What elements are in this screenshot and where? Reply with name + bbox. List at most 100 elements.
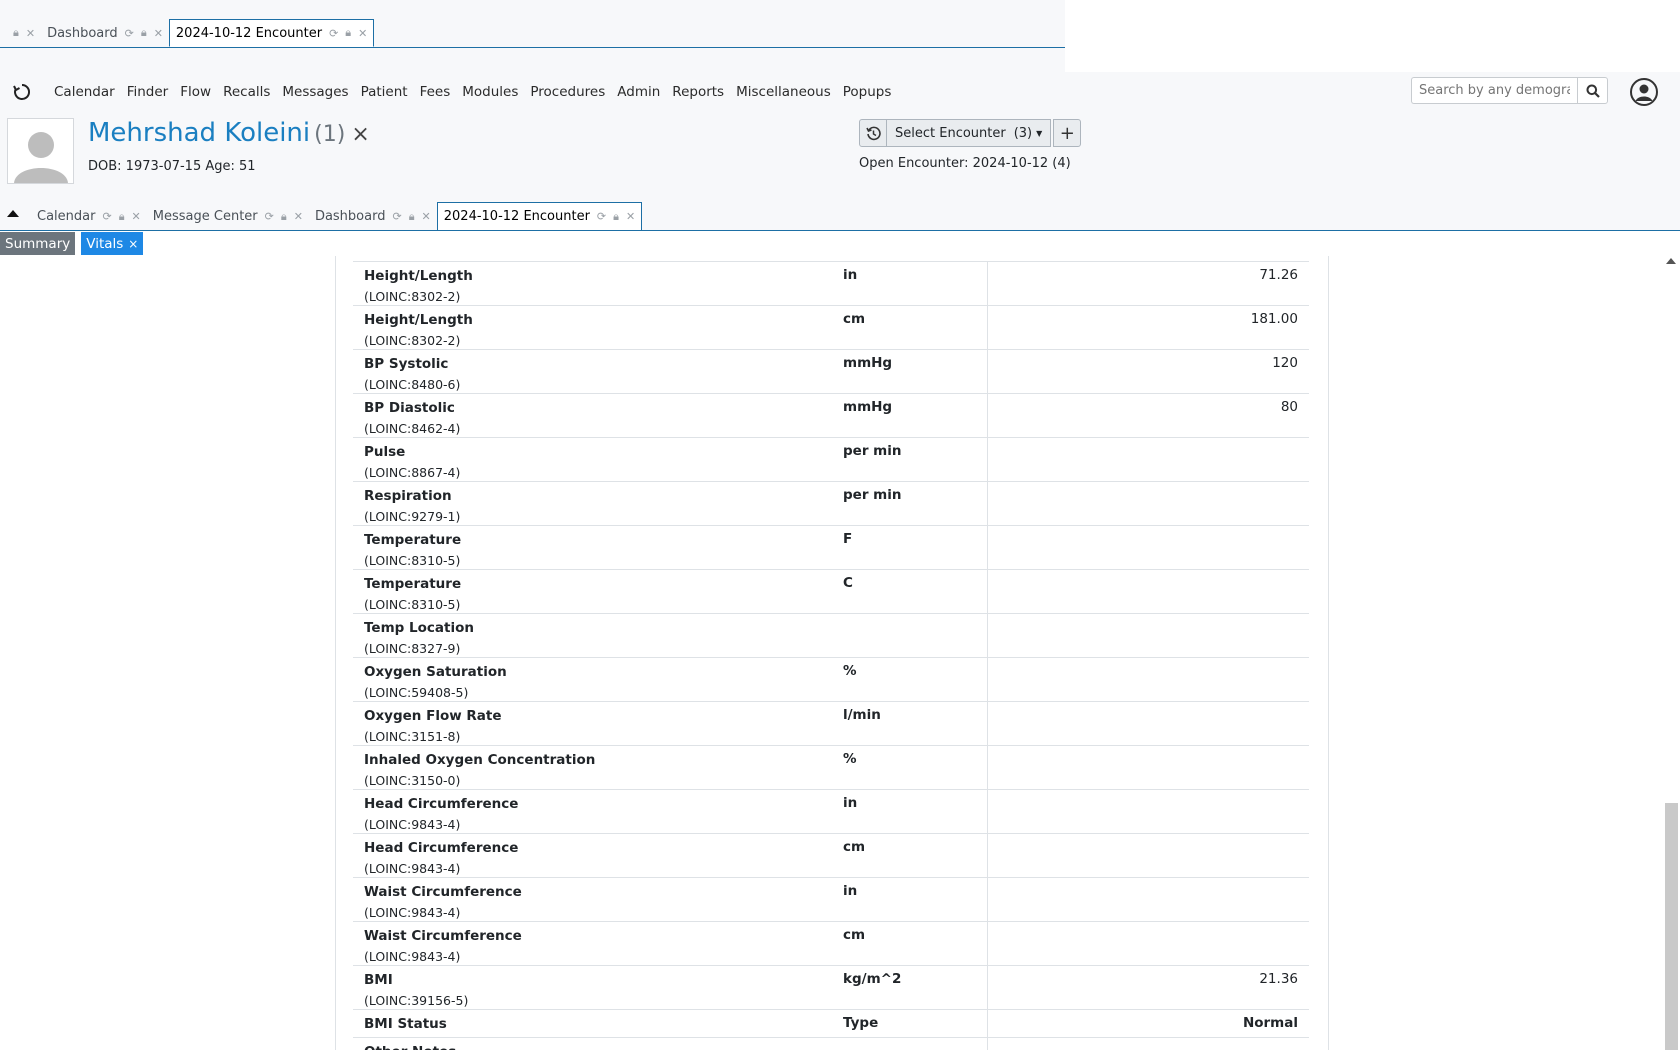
close-icon[interactable]: ✕ — [626, 210, 635, 223]
collapse-header-icon[interactable] — [7, 210, 19, 217]
menu-miscellaneous[interactable]: Miscellaneous — [730, 84, 837, 100]
refresh-icon[interactable]: ⟳ — [597, 210, 606, 223]
vitals-content: Height/Length (LOINC:8302-2) in 71.26 Height… — [0, 256, 1680, 1050]
menu-recalls[interactable]: Recalls — [217, 84, 276, 100]
vital-loinc-code: (LOINC:9843-4) — [364, 948, 461, 964]
close-icon[interactable]: × — [128, 237, 138, 251]
vital-value — [986, 525, 1309, 570]
menu-flow[interactable]: Flow — [174, 84, 217, 100]
table-row: BMI (LOINC:39156-5) kg/m^2 21.36 — [353, 965, 1309, 1010]
menu-messages[interactable]: Messages — [276, 84, 354, 100]
refresh-icon[interactable]: ⟳ — [102, 210, 111, 223]
lock-icon[interactable]: 🔒︎ — [281, 210, 287, 224]
close-icon[interactable]: ✕ — [422, 210, 431, 223]
lock-icon[interactable]: 🔒︎ — [345, 26, 351, 40]
patient-name[interactable]: Mehrshad Koleini — [88, 118, 310, 148]
vital-unit: cm — [832, 305, 987, 350]
search-button[interactable] — [1577, 77, 1608, 104]
other-notes-label: Other Notes — [364, 1043, 822, 1050]
vital-value: 181.00 — [986, 305, 1309, 350]
vital-value — [986, 481, 1309, 526]
subtab-vitals[interactable]: Vitals × — [81, 232, 144, 255]
table-row: BMI Status Type Normal — [353, 1009, 1309, 1038]
vital-loinc-code: (LOINC:9279-1) — [364, 508, 461, 524]
subtab-summary[interactable]: Summary — [0, 232, 76, 255]
add-encounter-button[interactable]: + — [1053, 119, 1082, 147]
table-row: Waist Circumference (LOINC:9843-4) cm — [353, 921, 1309, 966]
scrollbar-thumb[interactable] — [1665, 803, 1678, 1050]
vital-name-cell: Height/Length (LOINC:8302-2) — [353, 305, 832, 350]
menu-modules[interactable]: Modules — [456, 84, 524, 100]
vital-name-cell: BMI Status — [353, 1009, 832, 1038]
vital-value: Normal — [986, 1009, 1309, 1038]
close-patient-button[interactable]: × — [351, 122, 369, 147]
tab-dashboard[interactable]: Dashboard ⟳ 🔒︎ ✕ — [41, 19, 169, 47]
tab-label: Message Center — [152, 209, 258, 224]
encounter-history-button[interactable] — [859, 119, 887, 147]
vital-name: Respiration — [364, 487, 452, 504]
search-input[interactable] — [1411, 77, 1577, 104]
upper-tab-stub[interactable]: 🔒︎ ✕ — [0, 19, 41, 47]
vital-name: BP Diastolic — [364, 399, 455, 416]
menu-admin[interactable]: Admin — [611, 84, 666, 100]
table-row: Temperature (LOINC:8310-5) C — [353, 569, 1309, 614]
lock-icon[interactable]: 🔒︎ — [141, 26, 147, 40]
vital-name: Height/Length — [364, 311, 473, 328]
openemr-logo-icon[interactable] — [12, 82, 32, 102]
menu-calendar[interactable]: Calendar — [48, 84, 121, 100]
user-account-icon[interactable] — [1629, 77, 1659, 107]
tab-calendar[interactable]: Calendar ⟳ 🔒︎ ✕ — [31, 202, 147, 231]
vital-unit: Type — [832, 1009, 987, 1038]
tab-dashboard[interactable]: Dashboard ⟳ 🔒︎ ✕ — [309, 202, 437, 231]
tab-encounter[interactable]: 2024-10-12 Encounter ⟳ 🔒︎ ✕ — [168, 19, 375, 47]
person-silhouette-icon — [13, 132, 68, 183]
menu-finder[interactable]: Finder — [121, 84, 175, 100]
vital-value — [986, 833, 1309, 878]
table-row: BP Diastolic (LOINC:8462-4) mmHg 80 — [353, 393, 1309, 438]
patient-name-line: Mehrshad Koleini (1) × — [88, 118, 370, 148]
refresh-icon[interactable]: ⟳ — [329, 27, 338, 40]
refresh-icon[interactable]: ⟳ — [392, 210, 401, 223]
vital-value: 120 — [986, 349, 1309, 394]
vital-loinc-code: (LOINC:9843-4) — [364, 904, 461, 920]
table-row: Inhaled Oxygen Concentration (LOINC:3150-… — [353, 745, 1309, 790]
lock-icon[interactable]: 🔒︎ — [409, 210, 415, 224]
tab-encounter[interactable]: 2024-10-12 Encounter ⟳ 🔒︎ ✕ — [436, 202, 643, 231]
table-row: Respiration (LOINC:9279-1) per min — [353, 481, 1309, 526]
main-navbar: Calendar Finder Flow Recalls Messages Pa… — [0, 72, 1680, 112]
vital-name: Head Circumference — [364, 839, 519, 856]
refresh-icon[interactable]: ⟳ — [125, 27, 134, 40]
vital-name-cell: Waist Circumference (LOINC:9843-4) — [353, 877, 832, 922]
vital-loinc-code: (LOINC:8310-5) — [364, 552, 461, 568]
vital-name-cell: Oxygen Saturation (LOINC:59408-5) — [353, 657, 832, 702]
close-icon[interactable]: ✕ — [132, 210, 141, 223]
menu-popups[interactable]: Popups — [837, 84, 898, 100]
menu-patient[interactable]: Patient — [355, 84, 414, 100]
tab-message-center[interactable]: Message Center ⟳ 🔒︎ ✕ — [147, 202, 309, 231]
table-row: Waist Circumference (LOINC:9843-4) in — [353, 877, 1309, 922]
open-encounter-link[interactable]: 2024-10-12 (4) — [973, 156, 1071, 171]
lock-icon[interactable]: 🔒︎ — [613, 210, 619, 224]
close-icon[interactable]: ✕ — [26, 27, 35, 40]
vital-name: Inhaled Oxygen Concentration — [364, 751, 596, 768]
close-icon[interactable]: ✕ — [294, 210, 303, 223]
menu-fees[interactable]: Fees — [414, 84, 457, 100]
menu-reports[interactable]: Reports — [666, 84, 730, 100]
scrollbar[interactable] — [1663, 256, 1680, 1050]
close-icon[interactable]: ✕ — [358, 27, 367, 40]
select-encounter-dropdown[interactable]: Select Encounter (3) ▼ — [887, 119, 1052, 147]
vital-name: Head Circumference — [364, 795, 519, 812]
vital-name: Temp Location — [364, 619, 474, 636]
vital-unit: % — [832, 745, 987, 790]
lock-icon[interactable]: 🔒︎ — [13, 26, 19, 40]
menu-procedures[interactable]: Procedures — [524, 84, 611, 100]
refresh-icon[interactable]: ⟳ — [265, 210, 274, 223]
scroll-up-icon[interactable] — [1666, 258, 1676, 264]
close-icon[interactable]: ✕ — [154, 27, 163, 40]
vital-unit: C — [832, 569, 987, 614]
lock-icon[interactable]: 🔒︎ — [119, 210, 125, 224]
tab-label: 2024-10-12 Encounter — [443, 209, 590, 224]
vital-loinc-code: (LOINC:9843-4) — [364, 816, 461, 832]
vital-value — [986, 789, 1309, 834]
avatar[interactable] — [7, 118, 74, 184]
